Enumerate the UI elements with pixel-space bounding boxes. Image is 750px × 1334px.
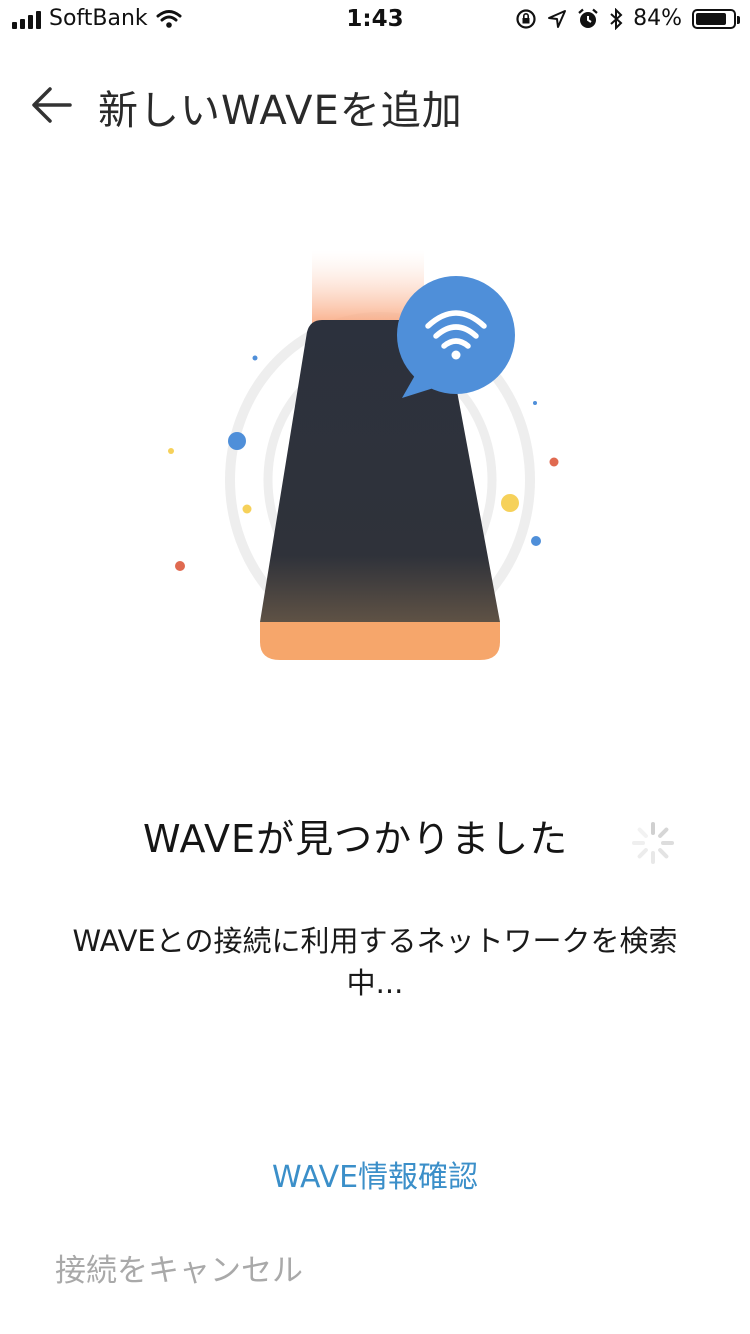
header: 新しいWAVEを追加	[0, 60, 750, 150]
search-message: WAVEとの接続に利用するネットワークを検索中...	[72, 924, 678, 1000]
dot	[168, 448, 174, 454]
bluetooth-icon	[610, 7, 623, 30]
dot	[549, 457, 559, 467]
dot	[242, 504, 252, 514]
dot	[252, 355, 258, 361]
dot	[531, 536, 541, 546]
dot	[175, 561, 185, 571]
wave-device-illustration	[150, 240, 613, 680]
alarm-icon	[578, 8, 598, 28]
arrow-left-icon	[32, 87, 72, 123]
cancel-connection-button[interactable]: 接続をキャンセル	[55, 1245, 303, 1290]
found-title: WAVEが見つかりました	[143, 817, 569, 861]
battery-level	[696, 12, 727, 25]
dot	[228, 432, 246, 450]
illustration-svg	[168, 250, 613, 660]
device-base	[260, 622, 500, 660]
battery-percent: 84%	[633, 6, 682, 31]
loading-spinner-icon	[632, 822, 674, 864]
back-button[interactable]	[26, 80, 78, 130]
status-bar: SoftBank 1:43 84%	[0, 0, 750, 40]
location-arrow-icon	[548, 9, 567, 28]
dot	[501, 494, 519, 512]
dot	[533, 401, 537, 405]
page-title: 新しいWAVEを追加	[98, 88, 463, 134]
found-row: WAVEが見つかりました	[0, 808, 750, 868]
status-right: 84%	[515, 6, 740, 31]
rotation-lock-icon	[516, 8, 536, 29]
battery-icon	[692, 8, 740, 29]
wave-info-link[interactable]: WAVE情報確認	[0, 1152, 750, 1196]
